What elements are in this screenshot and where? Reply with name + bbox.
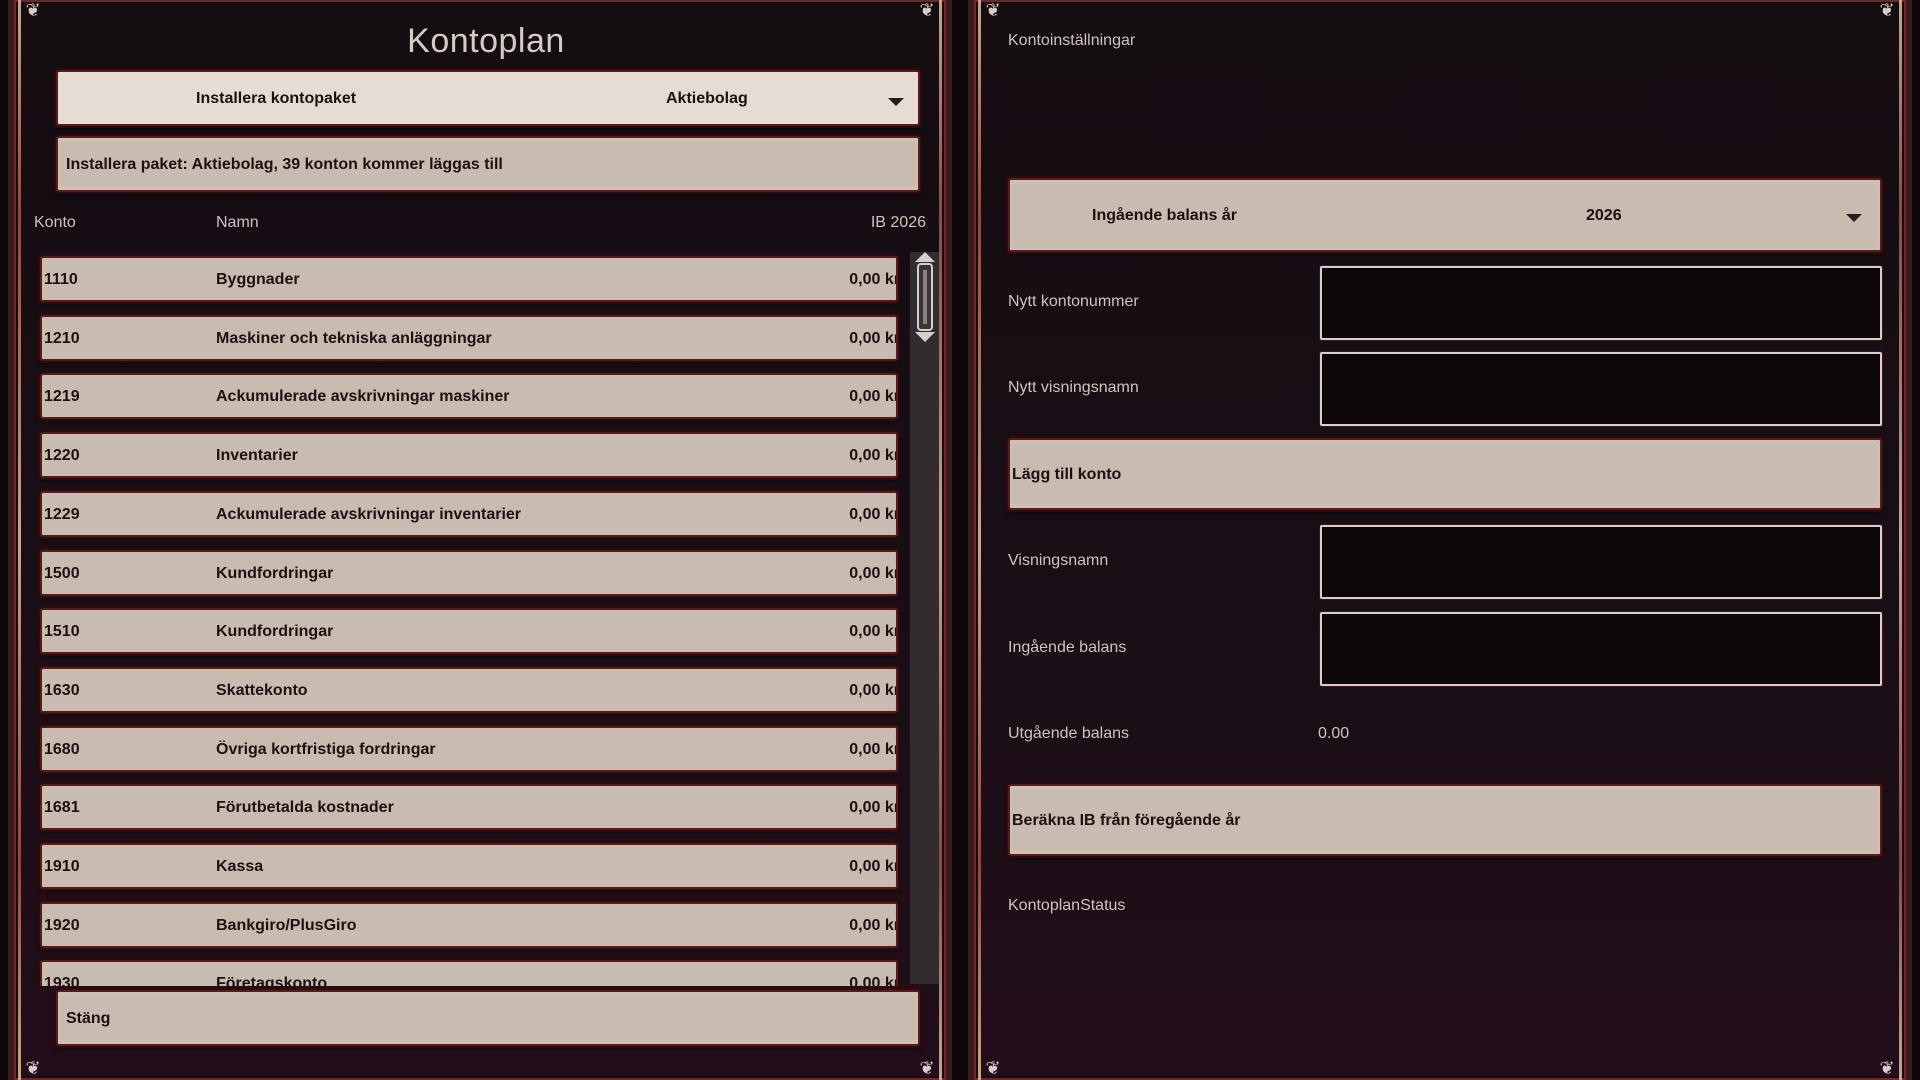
table-row[interactable]: 1510 Kundfordringar 0,00 kr (40, 608, 898, 655)
account-amount: 0,00 kr (849, 447, 898, 465)
ornament-corner-icon: ❦ (985, 1058, 1001, 1079)
ornament-corner-icon: ❦ (1879, 0, 1895, 21)
table-row[interactable]: 1630 Skattekonto 0,00 kr (40, 666, 898, 713)
account-amount: 0,00 kr (849, 740, 898, 758)
table-row[interactable]: 1910 Kassa 0,00 kr (40, 843, 898, 889)
account-number: 1220 (44, 447, 80, 465)
account-name: Övriga kortfristiga fordringar (216, 740, 436, 758)
ornament-corner-icon: ❦ (919, 0, 935, 21)
add-account-label: Lägg till konto (1012, 466, 1122, 483)
calculate-ib-label: Beräkna IB från föregående år (1012, 812, 1241, 829)
account-amount: 0,00 kr (849, 623, 898, 641)
package-dropdown[interactable]: Installera kontopaket Aktiebolag (56, 70, 920, 126)
account-number: 1510 (44, 623, 80, 641)
account-name: Ackumulerade avskrivningar maskiner (216, 388, 510, 406)
account-amount: 0,00 kr (849, 916, 898, 934)
chevron-down-icon (1846, 214, 1862, 222)
closing-balance-value: 0.00 (1318, 725, 1350, 742)
table-row[interactable]: 1500 Kundfordringar 0,00 kr (40, 549, 898, 596)
new-account-number-label: Nytt kontonummer (1008, 293, 1139, 310)
account-name: Förutbetalda kostnader (216, 799, 394, 817)
account-name: Byggnader (216, 271, 300, 288)
account-list-scrollbar[interactable] (910, 252, 940, 984)
account-name: Skattekonto (216, 681, 308, 699)
table-row[interactable]: 1219 Ackumulerade avskrivningar maskiner 0… (40, 373, 898, 420)
account-amount: 0,00 kr (849, 799, 898, 817)
account-list[interactable]: 1110 Byggnader 0,00 kr 1210 Maskiner och tek… (32, 248, 904, 986)
table-row[interactable]: 1680 Övriga kortfristiga fordringar 0,00 k… (40, 725, 898, 772)
account-number: 1219 (44, 388, 80, 406)
account-amount: 0,00 kr (849, 388, 898, 406)
account-number: 1210 (44, 329, 80, 347)
add-account-button[interactable]: Lägg till konto (1008, 438, 1882, 510)
column-header-name: Namn (216, 214, 259, 231)
account-settings-panel: ❦ ❦ ❦ ❦ Kontoinställningar Ingående bala… (968, 0, 1912, 1080)
display-name-input[interactable] (1320, 525, 1882, 599)
account-name: Inventarier (216, 447, 298, 465)
chart-of-accounts-panel: ❦ ❦ ❦ ❦ Kontoplan Installera kontopaket … (8, 0, 952, 1080)
close-button-label: Stäng (66, 1010, 111, 1027)
ornament-corner-icon: ❦ (25, 1058, 41, 1079)
package-dropdown-label: Installera kontopaket (196, 90, 357, 107)
account-number: 1500 (44, 564, 80, 582)
opening-balance-year-dropdown[interactable]: Ingående balans år 2026 (1008, 178, 1882, 252)
new-account-number-input[interactable] (1320, 266, 1882, 340)
account-name: Kundfordringar (216, 623, 334, 641)
account-amount: 0,00 kr (849, 975, 898, 986)
account-number: 1680 (44, 740, 80, 758)
account-name: Kundfordringar (216, 564, 334, 582)
package-dropdown-value: Aktiebolag (666, 90, 748, 107)
table-row[interactable]: 1220 Inventarier 0,00 kr (40, 432, 898, 479)
scroll-thumb-icon[interactable] (915, 252, 935, 342)
account-number: 1910 (44, 858, 80, 875)
opening-balance-label: Ingående balans (1008, 639, 1127, 656)
closing-balance-label: Utgående balans (1008, 725, 1129, 742)
close-button[interactable]: Stäng (56, 990, 920, 1046)
account-amount: 0,00 kr (849, 681, 898, 699)
table-row[interactable]: 1930 Företagskonto 0,00 kr (40, 960, 898, 986)
account-amount: 0,00 kr (849, 858, 898, 875)
ornament-corner-icon: ❦ (919, 1058, 935, 1079)
account-number: 1930 (44, 975, 80, 986)
account-amount: 0,00 kr (849, 271, 898, 288)
ornament-corner-icon: ❦ (985, 0, 1001, 21)
table-row[interactable]: 1210 Maskiner och tekniska anläggningar 0,… (40, 314, 898, 361)
account-name: Bankgiro/PlusGiro (216, 916, 357, 934)
year-dropdown-value: 2026 (1586, 207, 1622, 224)
status-text: KontoplanStatus (1008, 897, 1126, 914)
install-package-label: Installera paket: Aktiebolag, 39 konton … (66, 156, 503, 173)
year-dropdown-label: Ingående balans år (1092, 207, 1237, 224)
account-number: 1630 (44, 681, 80, 699)
chevron-down-icon (888, 98, 904, 106)
account-name: Ackumulerade avskrivningar inventarier (216, 505, 522, 523)
opening-balance-input[interactable] (1320, 612, 1882, 686)
new-display-name-input[interactable] (1320, 352, 1882, 426)
account-amount: 0,00 kr (849, 564, 898, 582)
account-number: 1920 (44, 916, 80, 934)
account-name: Kassa (216, 858, 264, 875)
table-row[interactable]: 1920 Bankgiro/PlusGiro 0,00 kr (40, 901, 898, 948)
display-name-label: Visningsnamn (1008, 552, 1109, 569)
account-number: 1229 (44, 505, 80, 523)
account-amount: 0,00 kr (849, 329, 898, 347)
column-header-account: Konto (34, 214, 76, 231)
calculate-ib-button[interactable]: Beräkna IB från föregående år (1008, 784, 1882, 856)
table-row[interactable]: 1681 Förutbetalda kostnader 0,00 kr (40, 784, 898, 831)
ornament-corner-icon: ❦ (1879, 1058, 1895, 1079)
table-row[interactable]: 1110 Byggnader 0,00 kr (40, 256, 898, 302)
ornament-corner-icon: ❦ (25, 0, 41, 21)
account-number: 1681 (44, 799, 80, 817)
table-row[interactable]: 1229 Ackumulerade avskrivningar inventari… (40, 490, 898, 537)
account-number: 1110 (44, 271, 78, 288)
column-header-ib: IB 2026 (870, 214, 926, 231)
account-name: Företagskonto (216, 975, 328, 986)
account-amount: 0,00 kr (849, 505, 898, 523)
install-package-button[interactable]: Installera paket: Aktiebolag, 39 konton … (56, 136, 920, 192)
account-name: Maskiner och tekniska anläggningar (216, 329, 492, 347)
settings-title: Kontoinställningar (1008, 32, 1136, 49)
page-title: Kontoplan (407, 22, 565, 60)
new-display-name-label: Nytt visningsnamn (1008, 379, 1139, 396)
